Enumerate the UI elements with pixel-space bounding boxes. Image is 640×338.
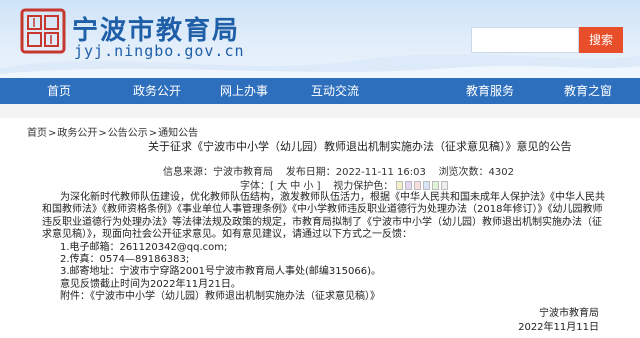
- font-size-selector[interactable]: 字体：[ 大 中 小 ]: [240, 181, 321, 192]
- eye-color-swatch-green[interactable]: [432, 181, 440, 190]
- signature-date: 2022年11月11日: [518, 322, 599, 333]
- search-button[interactable]: 搜索: [579, 27, 623, 53]
- article-container: 首页>政务公开>公告公示>通知公告 关于征求《宁波市中小学（幼儿园）教师退出机制…: [0, 118, 640, 338]
- attachment-link[interactable]: 附件：《宁波市中小学（幼儿园）教师退出机制实施办法（征求意见稿）》: [42, 291, 608, 303]
- bureau-seal-icon[interactable]: [20, 8, 66, 54]
- eye-color-swatch-purple[interactable]: [405, 181, 413, 190]
- eye-color-swatch-blue[interactable]: [423, 181, 431, 190]
- eye-color-swatch-yellow[interactable]: [396, 181, 404, 190]
- breadcrumb-separator: >: [48, 128, 57, 139]
- breadcrumb: 首页>政务公开>公告公示>通知公告: [27, 124, 199, 139]
- search-input[interactable]: [471, 27, 579, 53]
- contact-fax: 2.传真：0574—89186383;: [60, 254, 190, 266]
- contact-email: 1.电子邮箱：261120342@qq.com;: [60, 241, 228, 253]
- eye-color-swatch-pink[interactable]: [414, 181, 422, 190]
- reading-options: 字体：[ 大 中 小 ] 视力保护色：: [240, 177, 450, 192]
- article-meta: 信息来源：宁波市教育局 发布日期：2022-11-11 16:03 浏览次数：4…: [163, 163, 514, 178]
- signature-org: 宁波市教育局: [539, 308, 599, 319]
- nav-item-edu-window[interactable]: 教育之窗: [536, 78, 640, 104]
- main-nav: 首页 政务公开 网上办事 互动交流 教育服务 教育之窗: [0, 78, 640, 104]
- nav-item-home[interactable]: 首页: [0, 78, 118, 104]
- nav-item-gov-affairs[interactable]: 政务公开: [118, 78, 196, 104]
- contact-address: 3.邮寄地址：宁波市宁穿路2001号宁波市教育局人事处(邮编315066)。: [60, 266, 381, 278]
- deadline-text: 意见反馈截止时间为2022年11月21日。: [60, 278, 241, 290]
- nav-item-blank[interactable]: [378, 78, 444, 104]
- signature-block: 宁波市教育局 2022年11月11日: [518, 308, 599, 334]
- breadcrumb-home[interactable]: 首页: [27, 128, 47, 139]
- site-header: 宁波市教育局 jyj.ningbo.gov.cn 搜索: [0, 0, 640, 78]
- breadcrumb-notices[interactable]: 公告公示: [108, 128, 148, 139]
- body-paragraph: 为深化新时代教师队伍建设，优化教师队伍结构，激发教师队伍活力，根据《中华人民共和…: [42, 192, 605, 241]
- site-domain: jyj.ningbo.gov.cn: [74, 42, 245, 60]
- section-gap: [0, 104, 640, 118]
- eye-color-swatch-gray[interactable]: [441, 181, 449, 190]
- breadcrumb-gov-affairs[interactable]: 政务公开: [57, 128, 97, 139]
- nav-item-interaction[interactable]: 互动交流: [292, 78, 378, 104]
- article-body: 为深化新时代教师队伍建设，优化教师队伍结构，激发教师队伍活力，根据《中华人民共和…: [42, 192, 608, 304]
- breadcrumb-separator: >: [98, 128, 107, 139]
- eye-protection-label: 视力保护色：: [333, 181, 394, 192]
- nav-item-edu-services[interactable]: 教育服务: [444, 78, 536, 104]
- article-title: 关于征求《宁波市中小学（幼儿园）教师退出机制实施办法（征求意见稿）》意见的公告: [148, 140, 572, 153]
- nav-item-online-services[interactable]: 网上办事: [196, 78, 292, 104]
